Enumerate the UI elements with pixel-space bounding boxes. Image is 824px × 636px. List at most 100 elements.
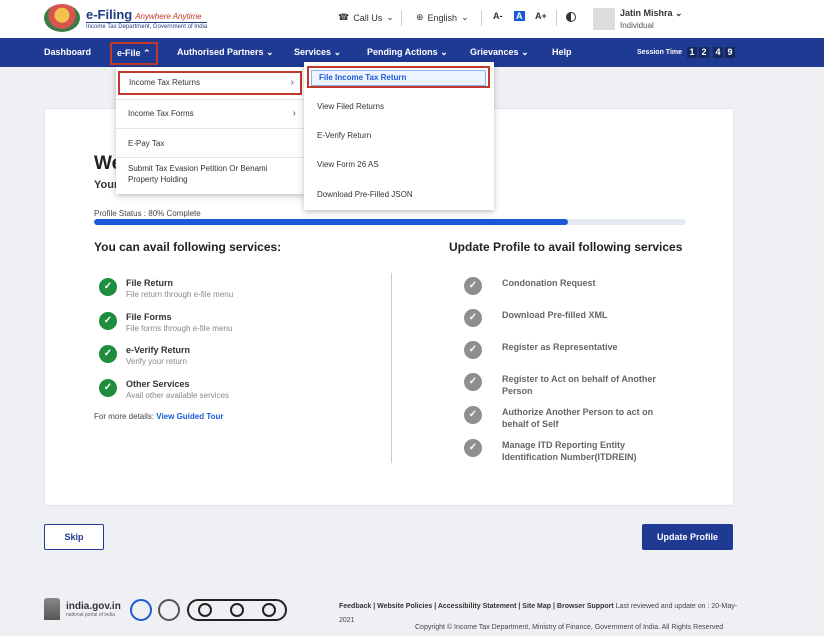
entrust-badge-icon[interactable] xyxy=(158,599,180,621)
locked-service-title: Authorize Another Person to act on behal… xyxy=(502,407,654,429)
menu-item-income-tax-returns[interactable]: Income Tax Returns › xyxy=(118,71,302,95)
footer-link-list[interactable]: Feedback | Website Policies | Accessibil… xyxy=(339,603,614,610)
menu-item-income-tax-forms[interactable]: Income Tax Forms › xyxy=(116,107,306,121)
efiling-logo[interactable]: e-Filing Anywhere Anytime Income Tax Depa… xyxy=(44,4,208,32)
check-circle-icon: ✓ xyxy=(464,341,482,359)
check-circle-icon: ✓ xyxy=(464,309,482,327)
menu-item-download-prefilled-json[interactable]: Download Pre-Filled JSON xyxy=(317,190,413,199)
national-emblem-icon xyxy=(44,598,60,620)
service-desc: Avail other available services xyxy=(126,391,230,400)
check-circle-icon: ✓ xyxy=(464,373,482,391)
menu-divider xyxy=(116,99,306,100)
nav-help[interactable]: Help xyxy=(552,47,572,57)
session-digit: 4 xyxy=(713,47,723,58)
check-circle-icon: ✓ xyxy=(99,312,117,330)
menu-item-label: Income Tax Forms xyxy=(128,109,194,118)
profile-status-text: Profile Status : 80% Complete xyxy=(94,209,201,218)
font-increase-button[interactable]: A+ xyxy=(535,11,547,21)
chevron-right-icon: › xyxy=(292,108,296,119)
welcome-subtext: Your xyxy=(94,179,119,191)
logo-subtitle: Income Tax Department, Government of Ind… xyxy=(86,21,208,30)
session-digit: 9 xyxy=(725,47,735,58)
nav-grievances[interactable]: Grievances ⌄ xyxy=(470,47,529,58)
nav-services-label: Services xyxy=(294,47,332,57)
menu-item-tax-evasion-petition[interactable]: Submit Tax Evasion Petition Or Benami Pr… xyxy=(116,163,296,185)
chevron-right-icon: › xyxy=(290,77,294,88)
chevron-down-icon: ⌄ xyxy=(675,8,683,18)
column-divider xyxy=(391,273,392,463)
india-gov-title: india.gov.in xyxy=(66,600,121,612)
chevron-down-icon: ⌄ xyxy=(386,12,394,22)
chevron-down-icon: ⌄ xyxy=(266,47,274,57)
avatar[interactable] xyxy=(593,8,615,30)
more-details: For more details: View Guided Tour xyxy=(94,412,224,421)
india-gov-subtitle: national portal of india xyxy=(66,611,115,618)
chevron-down-icon: ⌄ xyxy=(440,47,448,57)
nav-dashboard[interactable]: Dashboard xyxy=(44,47,91,57)
copyright: Copyright © Income Tax Department, Minis… xyxy=(415,624,724,631)
font-decrease-button[interactable]: A- xyxy=(493,11,503,21)
user-name: Jatin Mishra xyxy=(620,8,673,18)
menu-item-file-income-tax-return[interactable]: File Income Tax Return xyxy=(307,66,490,88)
service-title: e-Verify Return xyxy=(126,345,191,355)
user-menu[interactable]: Jatin Mishra ⌄ xyxy=(620,8,683,19)
emblem-icon xyxy=(44,4,80,32)
guided-tour-link[interactable]: View Guided Tour xyxy=(156,412,223,421)
nav-grievances-label: Grievances xyxy=(470,47,519,57)
accessibility-badge[interactable] xyxy=(187,599,287,621)
certification-badge-icon[interactable] xyxy=(130,599,152,621)
footer: india.gov.in national portal of india Fe… xyxy=(0,586,824,636)
check-circle-icon: ✓ xyxy=(99,345,117,363)
service-desc: File return through e-file menu xyxy=(126,290,234,299)
language-dropdown[interactable]: ⊕ English ⌄ xyxy=(416,12,469,23)
menu-item-label: Income Tax Returns xyxy=(129,78,200,87)
nav-efile[interactable]: e-File ⌃ xyxy=(110,42,158,65)
logo-title: e-Filing xyxy=(86,6,133,22)
efile-dropdown-menu: Income Tax Returns › Income Tax Forms › … xyxy=(116,67,306,194)
menu-item-e-pay-tax[interactable]: E-Pay Tax xyxy=(116,137,306,151)
language-label: English xyxy=(427,12,458,23)
check-circle-icon: ✓ xyxy=(464,277,482,295)
more-details-label: For more details: xyxy=(94,412,155,421)
session-digit: 1 xyxy=(687,47,697,58)
chevron-down-icon: ⌄ xyxy=(521,47,529,57)
header-separator xyxy=(556,10,557,26)
font-normal-button[interactable]: A xyxy=(514,11,525,21)
itr-submenu: File Income Tax Return View Filed Return… xyxy=(304,62,494,210)
check-circle-icon: ✓ xyxy=(464,406,482,424)
check-circle-icon: ✓ xyxy=(464,439,482,457)
avail-services-heading: You can avail following services: xyxy=(94,240,282,254)
header-separator xyxy=(481,10,482,26)
nav-pending-actions[interactable]: Pending Actions ⌄ xyxy=(367,47,448,58)
service-title: File Return xyxy=(126,278,174,288)
skip-button[interactable]: Skip xyxy=(44,524,104,550)
header-separator xyxy=(401,10,402,26)
contrast-icon[interactable] xyxy=(566,12,576,22)
india-gov-logo[interactable]: india.gov.in national portal of india xyxy=(44,598,121,620)
logo-tagline: Anywhere Anytime xyxy=(135,11,202,21)
badge-dot-icon xyxy=(198,603,212,617)
call-us-label: Call Us xyxy=(353,12,383,23)
service-title: Other Services xyxy=(126,379,190,389)
nav-authorised-partners[interactable]: Authorised Partners ⌄ xyxy=(177,47,274,58)
menu-divider xyxy=(116,157,306,158)
call-us-dropdown[interactable]: ☎ Call Us ⌄ xyxy=(338,12,394,23)
menu-divider xyxy=(116,128,306,129)
session-time-label: Session Time xyxy=(637,49,683,56)
locked-service-title: Register to Act on behalf of Another Per… xyxy=(502,374,656,396)
chevron-down-icon: ⌄ xyxy=(333,47,342,57)
menu-item-e-verify-return[interactable]: E-Verify Return xyxy=(317,131,371,140)
locked-service-title: Condonation Request xyxy=(502,278,596,288)
menu-item-view-form-26as[interactable]: View Form 26 AS xyxy=(317,160,379,169)
badge-dot-icon xyxy=(230,603,244,617)
menu-item-view-filed-returns[interactable]: View Filed Returns xyxy=(317,102,384,111)
service-desc: File forms through e-file menu xyxy=(126,324,233,333)
service-desc: Verify your return xyxy=(126,357,187,366)
nav-services[interactable]: Services ⌄ xyxy=(294,47,341,58)
update-services-heading: Update Profile to avail following servic… xyxy=(449,240,683,254)
menu-item-label: File Income Tax Return xyxy=(319,73,407,82)
badge-dot-icon xyxy=(262,603,276,617)
locked-service-title: Manage ITD Reporting Entity Identificati… xyxy=(502,440,637,462)
profile-progress-bar xyxy=(94,219,686,225)
update-profile-button[interactable]: Update Profile xyxy=(642,524,733,550)
